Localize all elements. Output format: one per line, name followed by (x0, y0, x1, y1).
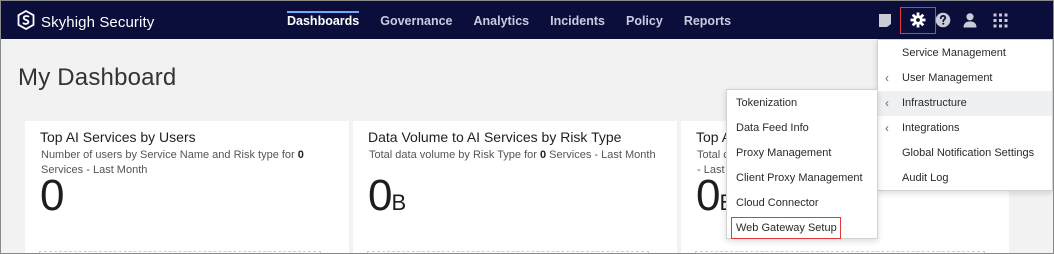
app-window: Skyhigh Security Dashboards Governance A… (0, 0, 1054, 254)
card-subtitle: Total data volume by Risk Type for 0 Ser… (369, 149, 656, 161)
card-data-volume-ai-services[interactable]: Data Volume to AI Services by Risk Type … (353, 121, 677, 253)
nav-analytics[interactable]: Analytics (474, 1, 530, 39)
menu-item-service-management[interactable]: Service Management (878, 41, 1052, 66)
chevron-left-icon: ‹ (885, 71, 889, 85)
menu-item-global-notification-settings[interactable]: Global Notification Settings (878, 141, 1052, 166)
card-subtitle: Number of users by Service Name and Risk… (41, 149, 304, 176)
top-navigation-bar: Skyhigh Security Dashboards Governance A… (1, 1, 1053, 39)
main-nav: Dashboards Governance Analytics Incident… (287, 1, 752, 39)
card-title: Data Volume to AI Services by Risk Type (368, 129, 622, 145)
notification-icon[interactable] (875, 10, 895, 30)
nav-policy[interactable]: Policy (626, 1, 663, 39)
gear-icon[interactable] (908, 10, 928, 30)
submenu-item-tokenization[interactable]: Tokenization (727, 91, 877, 116)
brand[interactable]: Skyhigh Security (17, 9, 155, 35)
submenu-item-client-proxy-management[interactable]: Client Proxy Management (727, 166, 877, 191)
submenu-item-proxy-management[interactable]: Proxy Management (727, 141, 877, 166)
help-icon[interactable] (933, 10, 953, 30)
chevron-left-icon: ‹ (885, 121, 889, 135)
menu-item-infrastructure[interactable]: ‹ Infrastructure (878, 91, 1052, 116)
card-value: 0B (368, 171, 407, 220)
brand-name: Skyhigh Security (41, 14, 155, 31)
page-title: My Dashboard (18, 64, 177, 91)
submenu-item-web-gateway-setup[interactable]: Web Gateway Setup (727, 216, 877, 241)
nav-governance[interactable]: Governance (380, 1, 452, 39)
user-icon[interactable] (960, 10, 980, 30)
nav-incidents[interactable]: Incidents (550, 1, 605, 39)
nav-reports[interactable]: Reports (684, 1, 731, 39)
submenu-item-data-feed-info[interactable]: Data Feed Info (727, 116, 877, 141)
nav-dashboards[interactable]: Dashboards (287, 1, 360, 39)
menu-item-audit-log[interactable]: Audit Log (878, 166, 1052, 191)
app-grid-icon[interactable] (990, 10, 1010, 30)
settings-menu: Service Management ‹ User Management ‹ I… (877, 39, 1053, 191)
card-value: 0 (40, 171, 65, 220)
skyhigh-logo-icon (17, 9, 35, 35)
menu-item-user-management[interactable]: ‹ User Management (878, 66, 1052, 91)
card-title: Top AI Services by Users (40, 129, 196, 145)
submenu-item-cloud-connector[interactable]: Cloud Connector (727, 191, 877, 216)
infrastructure-submenu: Tokenization Data Feed Info Proxy Manage… (726, 89, 878, 239)
menu-item-integrations[interactable]: ‹ Integrations (878, 116, 1052, 141)
chevron-left-icon: ‹ (885, 96, 889, 110)
card-top-ai-services-by-users[interactable]: Top AI Services by Users Number of users… (25, 121, 349, 253)
